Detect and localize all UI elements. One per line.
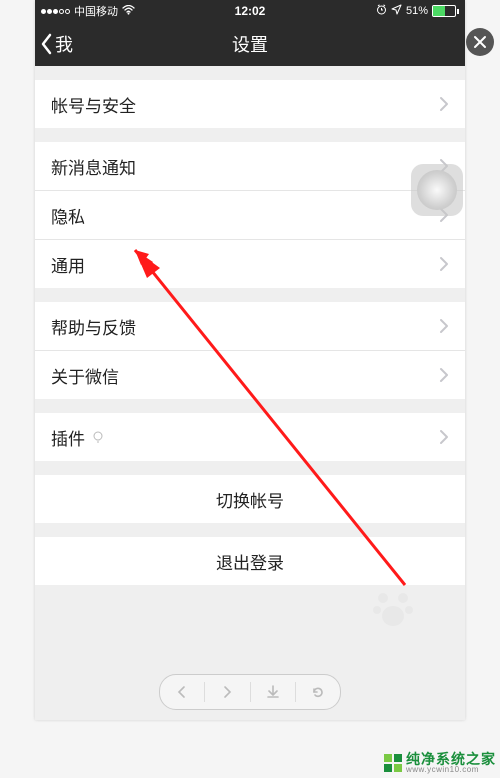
chevron-right-icon — [439, 318, 449, 334]
site-watermark: 纯净系统之家 www.ycwin10.com — [384, 752, 496, 774]
cell-label: 关于微信 — [51, 363, 119, 388]
cell-label: 帮助与反馈 — [51, 314, 136, 339]
alarm-icon — [376, 4, 387, 18]
nav-title: 设置 — [35, 31, 465, 57]
close-button[interactable] — [466, 28, 494, 56]
cell-label: 新消息通知 — [51, 154, 136, 179]
lightbulb-icon — [91, 430, 105, 444]
status-bar: 中国移动 12:02 51% — [35, 0, 465, 22]
chevron-right-icon — [439, 96, 449, 112]
nav-bar: 我 设置 — [35, 22, 465, 66]
cell-general[interactable]: 通用 — [35, 239, 465, 288]
logout-button[interactable]: 退出登录 — [35, 537, 465, 585]
battery-icon — [432, 5, 459, 17]
cell-privacy[interactable]: 隐私 — [35, 190, 465, 239]
battery-pct-label: 51% — [406, 5, 428, 17]
cell-label: 退出登录 — [216, 549, 284, 574]
watermark-brand: 纯净系统之家 — [406, 752, 496, 766]
cell-label: 隐私 — [51, 203, 85, 228]
bottom-toolbar — [159, 674, 341, 710]
chevron-right-icon — [439, 429, 449, 445]
cell-account-security[interactable]: 帐号与安全 — [35, 80, 465, 128]
cell-label: 帐号与安全 — [51, 92, 136, 117]
assistive-touch-button[interactable] — [411, 164, 463, 216]
chevron-right-icon — [439, 367, 449, 383]
watermark-url: www.ycwin10.com — [406, 766, 496, 774]
paw-watermark-icon — [371, 586, 415, 630]
settings-list: 帐号与安全新消息通知隐私通用帮助与反馈关于微信插件切换帐号退出登录 — [35, 80, 465, 585]
cell-notifications[interactable]: 新消息通知 — [35, 142, 465, 190]
toolbar-back-button[interactable] — [160, 675, 204, 709]
location-icon — [391, 4, 402, 18]
cell-label: 通用 — [51, 252, 85, 277]
chevron-right-icon — [439, 256, 449, 272]
toolbar-refresh-button[interactable] — [296, 675, 340, 709]
cell-about-wechat[interactable]: 关于微信 — [35, 350, 465, 399]
phone-screen: 中国移动 12:02 51% — [35, 0, 465, 720]
toolbar-forward-button[interactable] — [205, 675, 249, 709]
toolbar-download-button[interactable] — [251, 675, 295, 709]
cell-label: 切换帐号 — [216, 487, 284, 512]
cell-help-feedback[interactable]: 帮助与反馈 — [35, 302, 465, 350]
switch-account-button[interactable]: 切换帐号 — [35, 475, 465, 523]
cell-label: 插件 — [51, 425, 85, 450]
cell-plugins[interactable]: 插件 — [35, 413, 465, 461]
